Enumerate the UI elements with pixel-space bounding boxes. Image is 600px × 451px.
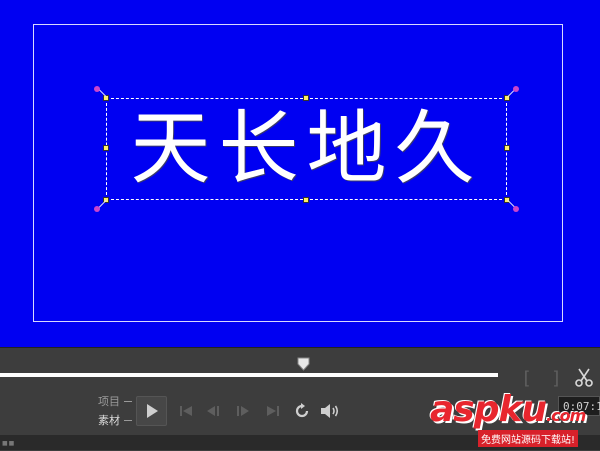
resize-handle-top-center[interactable] (303, 95, 309, 101)
go-to-start-button[interactable] (175, 401, 197, 421)
title-text[interactable]: 天长地久 (106, 98, 507, 200)
resize-grip-icon[interactable]: ■■ (2, 440, 15, 447)
mode-clip-tick (124, 420, 132, 421)
rotate-handle-top-left[interactable] (94, 86, 100, 92)
rotate-handle-top-right[interactable] (513, 86, 519, 92)
mode-project-tick (124, 401, 132, 402)
step-forward-button[interactable] (232, 401, 254, 421)
play-icon (146, 404, 158, 418)
repeat-icon (295, 403, 309, 418)
preview-canvas: 天长地久 (0, 0, 600, 347)
go-to-end-button[interactable] (262, 401, 284, 421)
rotate-handle-bottom-left[interactable] (94, 206, 100, 212)
go-to-start-icon (180, 406, 192, 416)
resize-handle-middle-left[interactable] (103, 145, 109, 151)
timeline-scrubber-track[interactable] (0, 373, 498, 377)
rotate-handle-bottom-right[interactable] (513, 206, 519, 212)
scissors-icon[interactable] (573, 366, 595, 388)
volume-button[interactable] (319, 401, 341, 421)
mark-out-button[interactable]: ] (551, 368, 562, 389)
step-back-button[interactable] (203, 401, 225, 421)
go-to-end-icon (267, 406, 279, 416)
repeat-button[interactable] (291, 401, 313, 421)
resize-handle-bottom-center[interactable] (303, 197, 309, 203)
watermark-logo: aspku.com (430, 389, 586, 430)
mode-clip-label[interactable]: 素材 (98, 412, 120, 428)
resize-handle-middle-right[interactable] (504, 145, 510, 151)
step-forward-icon (237, 406, 249, 416)
watermark: aspku.com 免费网站源码下载站! (430, 392, 598, 448)
play-button[interactable] (136, 396, 167, 426)
watermark-subtitle: 免费网站源码下载站! (478, 430, 579, 447)
volume-icon (321, 404, 339, 418)
step-back-icon (207, 406, 219, 416)
timeline-scrubber-thumb[interactable] (297, 357, 310, 371)
mark-in-button[interactable]: [ (521, 368, 532, 389)
mode-project-label[interactable]: 项目 (98, 393, 120, 409)
